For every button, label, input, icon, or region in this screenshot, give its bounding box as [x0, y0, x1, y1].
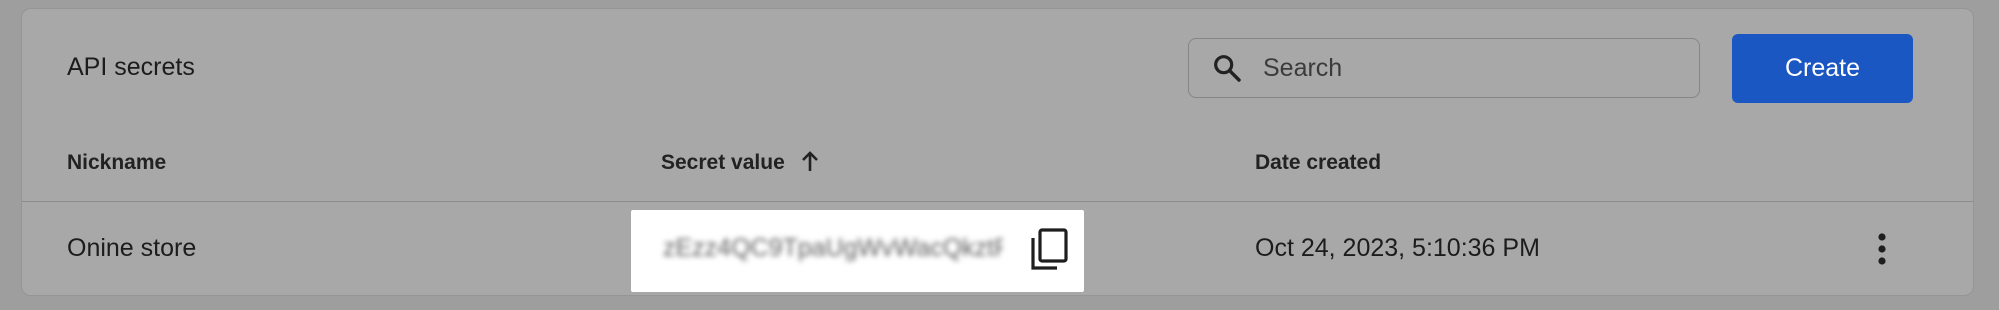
search-box[interactable]	[1188, 38, 1700, 98]
column-header-label: Nickname	[67, 151, 167, 174]
nickname-cell: Onine store	[67, 234, 197, 262]
copy-icon[interactable]	[1028, 228, 1070, 272]
date-created-cell: Oct 24, 2023, 5:10:36 PM	[1255, 234, 1540, 262]
column-header-nickname[interactable]: Nickname	[67, 151, 166, 175]
create-button[interactable]: Create	[1732, 34, 1913, 103]
secret-value-cell: zEzz4QC9TpaUgWvWacQkztFA	[631, 210, 1084, 292]
page-title: API secrets	[67, 53, 195, 81]
arrow-up-icon[interactable]	[801, 150, 819, 172]
column-header-date-created[interactable]: Date created	[1255, 151, 1381, 175]
search-icon	[1214, 55, 1241, 82]
column-header-secret-value[interactable]: Secret value	[661, 151, 819, 175]
api-secrets-card: API secrets Create Nickname Secret value…	[21, 8, 1974, 296]
column-header-label: Date created	[1255, 151, 1382, 174]
header-divider	[22, 201, 1973, 202]
more-vert-icon[interactable]	[1875, 230, 1889, 270]
secret-value-text: zEzz4QC9TpaUgWvWacQkztFA	[663, 234, 1003, 262]
search-input[interactable]	[1261, 52, 1645, 84]
column-header-label: Secret value	[661, 151, 785, 174]
